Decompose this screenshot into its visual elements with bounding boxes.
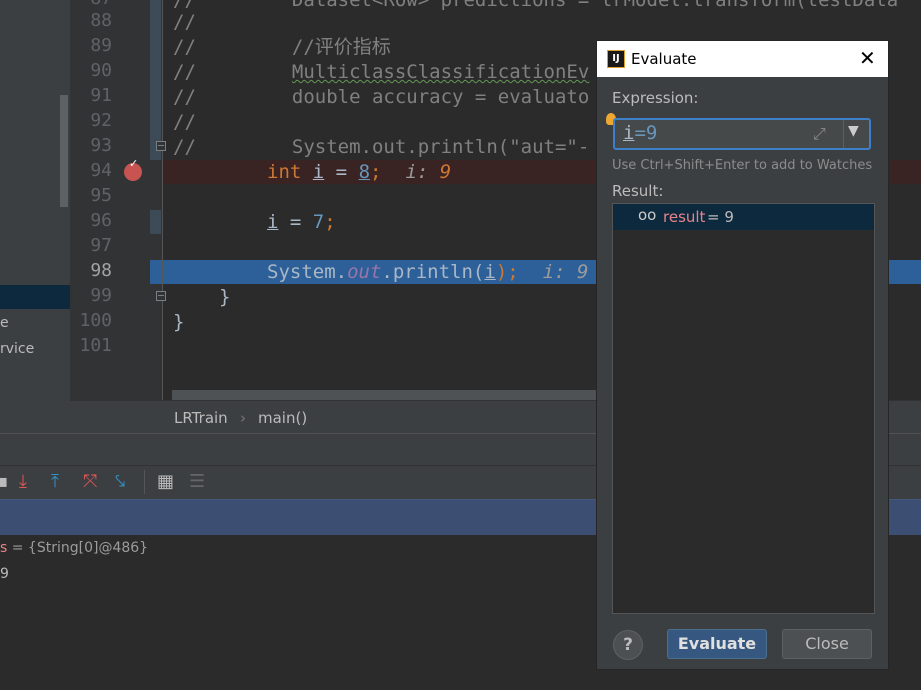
- line-number: 91: [90, 85, 112, 106]
- project-scrollbar[interactable]: [60, 95, 68, 207]
- evaluate-icon[interactable]: ▦: [157, 472, 174, 492]
- inline-value: 9: [439, 161, 452, 183]
- result-name: result: [663, 208, 706, 226]
- code-semicolon: );: [495, 261, 519, 283]
- comment-prefix: //: [173, 86, 196, 108]
- line-number: 90: [90, 60, 112, 81]
- comment-prefix: //: [173, 36, 196, 58]
- comment-prefix: //: [173, 61, 196, 83]
- line-number: 89: [90, 35, 112, 56]
- line-number: 98: [90, 260, 112, 281]
- code-number: 8: [358, 161, 371, 183]
- code-variable: i: [267, 211, 279, 233]
- line-number: 87: [70, 0, 112, 9]
- variable-row[interactable]: 9: [0, 566, 9, 582]
- evaluate-button[interactable]: Evaluate: [667, 629, 767, 659]
- step-into-icon[interactable]: ⤓: [19, 472, 27, 492]
- line-number: 88: [90, 10, 112, 31]
- breadcrumb-class[interactable]: LRTrain: [174, 409, 228, 427]
- code-text: //评价指标: [291, 36, 391, 58]
- step-over-icon[interactable]: ▪: [0, 472, 8, 492]
- fold-marker-icon[interactable]: [156, 141, 166, 151]
- dialog-titlebar[interactable]: IJ Evaluate ✕: [597, 41, 888, 77]
- code-keyword: int: [267, 161, 302, 183]
- code-variable: i: [484, 261, 496, 283]
- fold-marker-icon[interactable]: [156, 291, 166, 301]
- code-call: .println(: [381, 261, 485, 283]
- code-number: 7: [312, 211, 325, 233]
- line-number: 95: [90, 185, 112, 206]
- expand-icon[interactable]: ⤢: [813, 124, 826, 144]
- code-operator: =: [278, 211, 313, 233]
- line-number: 93: [90, 135, 112, 156]
- code-field: out: [347, 261, 382, 283]
- project-item[interactable]: rvice: [0, 341, 34, 357]
- toolbar-separator: [144, 470, 145, 494]
- chevron-down-icon: ▼: [848, 123, 859, 139]
- watch-glasses-icon: oo: [638, 206, 657, 224]
- code-operator: =: [324, 161, 359, 183]
- gutter-separator: [162, 0, 163, 400]
- expression-input[interactable]: i=9 ⤢ ▼: [613, 118, 871, 150]
- code-text: double accuracy = evaluato: [291, 86, 590, 108]
- project-item[interactable]: e: [0, 315, 9, 331]
- comment-prefix: //: [173, 111, 196, 133]
- variable-row[interactable]: s = {String[0]@486}: [0, 540, 148, 556]
- result-tree[interactable]: oo result = 9: [612, 203, 875, 614]
- change-marker: [150, 210, 161, 234]
- result-label: Result:: [612, 182, 664, 200]
- result-value: = 9: [707, 208, 734, 226]
- watches-hint: Use Ctrl+Shift+Enter to add to Watches: [612, 158, 873, 173]
- expression-variable: i: [623, 122, 635, 144]
- code-variable: i: [312, 161, 325, 183]
- close-button[interactable]: Close: [782, 629, 872, 659]
- code-brace: }: [219, 286, 231, 308]
- line-number: 101: [79, 335, 112, 356]
- editor-horizontal-scrollbar[interactable]: [172, 390, 602, 400]
- expression-value: =9: [634, 122, 658, 144]
- change-marker: [150, 0, 161, 160]
- close-icon[interactable]: ✕: [859, 46, 876, 70]
- comment-prefix: //: [173, 11, 196, 33]
- code-text: System.out.println("aut="-: [291, 136, 590, 158]
- line-number: 99: [90, 285, 112, 306]
- code-semicolon: ;: [324, 211, 336, 233]
- evaluate-dialog: IJ Evaluate ✕ Expression: i=9 ⤢ ▼ Use Ct…: [596, 40, 889, 670]
- code-brace: }: [173, 311, 185, 333]
- breadcrumb-separator: ›: [240, 409, 246, 427]
- force-step-into-icon[interactable]: ⤧: [83, 472, 97, 492]
- run-to-cursor-icon[interactable]: ⤥: [115, 472, 125, 492]
- intellij-logo-icon: IJ: [607, 50, 625, 68]
- result-row[interactable]: oo result = 9: [613, 204, 874, 230]
- project-panel: [0, 0, 70, 433]
- project-selected-row[interactable]: [0, 285, 70, 309]
- variable-value: = {String[0]@486}: [7, 540, 149, 556]
- trace-icon[interactable]: ☰: [189, 472, 205, 492]
- dialog-title: Evaluate: [631, 50, 697, 68]
- expression-label: Expression:: [612, 89, 699, 107]
- history-dropdown[interactable]: ▼: [843, 120, 870, 148]
- code-semicolon: ;: [370, 161, 382, 183]
- comment-prefix: //: [173, 136, 196, 158]
- code-object: System.: [267, 261, 348, 283]
- inline-value: i: 9: [542, 261, 589, 283]
- code-text: MulticlassClassificationEv: [291, 61, 590, 83]
- inline-value-label: i:: [405, 161, 440, 183]
- breakpoint-icon[interactable]: [124, 157, 142, 181]
- code-text: Dataset<Row> predictions = lrModel.trans…: [291, 0, 899, 11]
- help-button[interactable]: ?: [613, 630, 643, 660]
- line-number: 94: [90, 160, 112, 181]
- line-number: 97: [90, 235, 112, 256]
- breadcrumb-method[interactable]: main(): [258, 409, 307, 427]
- step-out-icon[interactable]: ⤒: [51, 472, 59, 492]
- line-number: 96: [90, 210, 112, 231]
- line-number: 92: [90, 110, 112, 131]
- line-number: 100: [79, 310, 112, 331]
